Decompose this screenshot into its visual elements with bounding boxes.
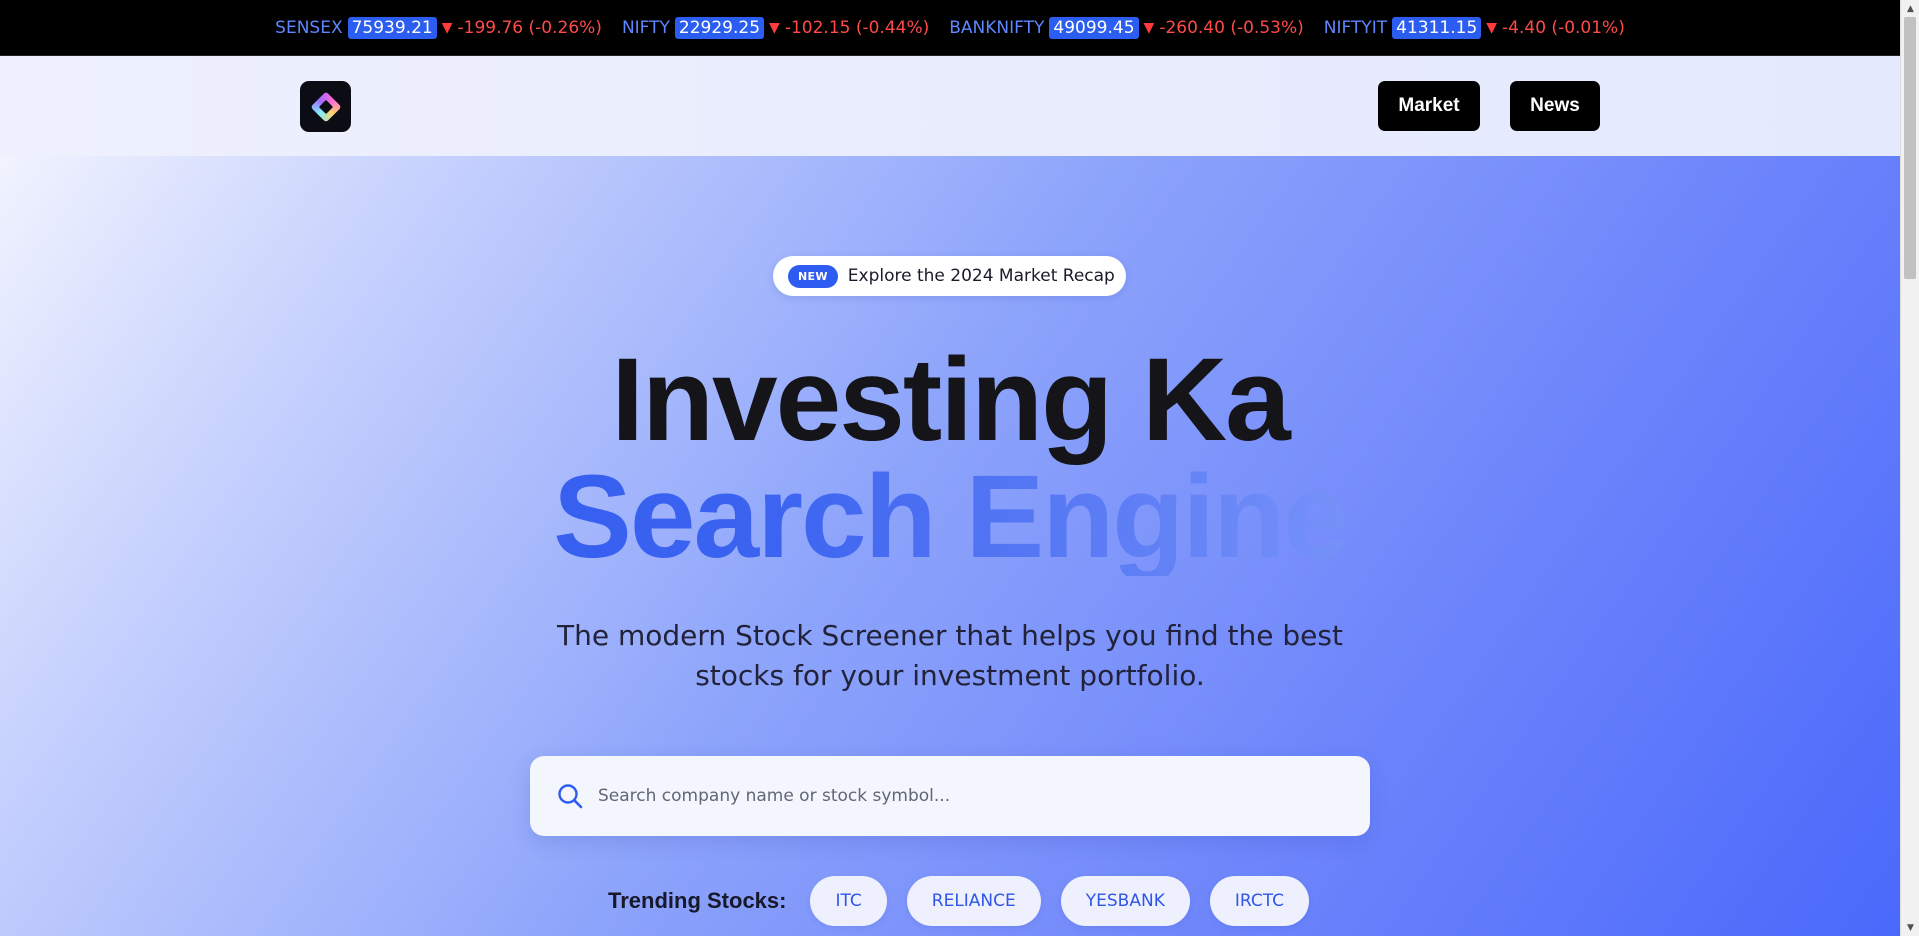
ticker-item-nifty[interactable]: NIFTY 22929.25 ▼ -102.15 (-0.44%) [621,16,930,39]
navbar: Market News [0,56,1900,156]
logo-diamond-shape [309,90,342,123]
ticker-change: -4.40 (-0.01%) [1502,17,1625,38]
diamond-logo-icon[interactable] [300,81,351,132]
new-badge: NEW [788,264,838,288]
triangle-down-icon: ▼ [1486,19,1498,36]
search-bar[interactable] [530,756,1370,836]
ticker-change: -199.76 (-0.26%) [457,17,602,38]
hero-section: NEW Explore the 2024 Market Recap Invest… [0,156,1900,936]
news-button[interactable]: News [1510,81,1600,131]
search-icon[interactable] [556,782,584,810]
ticker-change: -260.40 (-0.53%) [1159,17,1304,38]
ticker-item-sensex[interactable]: SENSEX 75939.21 ▼ -199.76 (-0.26%) [275,16,602,39]
hero-subtitle: The modern Stock Screener that helps you… [557,619,1343,692]
badge-text: Explore the 2024 Market Recap [847,266,1115,286]
trending-stocks: Trending Stocks: ITC RELIANCE YESBANK IR… [608,876,1309,926]
ticker-item-banknifty[interactable]: BANKNIFTY 49099.45 ▼ -260.40 (-0.53%) [949,16,1304,39]
ticker-change: -102.15 (-0.44%) [784,17,930,38]
triangle-down-icon: ▼ [1143,19,1155,36]
ticker-price: 49099.45 [1049,16,1139,39]
trending-chip-itc[interactable]: ITC [810,876,887,926]
ticker-price: 22929.25 [674,16,765,39]
trending-chip-irctc[interactable]: IRCTC [1209,876,1309,926]
ticker-symbol: BANKNIFTY [949,17,1045,38]
trending-chip-yesbank[interactable]: YESBANK [1060,876,1190,926]
scroll-down-icon[interactable]: ▼ [1901,919,1919,936]
scroll-thumb[interactable] [1904,17,1916,279]
trending-label: Trending Stocks: [608,888,787,913]
ticker-symbol: NIFTYIT [1323,17,1388,38]
market-ticker: SENSEX 75939.21 ▼ -199.76 (-0.26%) NIFTY… [0,0,1900,56]
search-input[interactable] [598,776,1370,816]
scroll-up-icon[interactable]: ▲ [1901,0,1919,17]
headline-line-2: Search Engine [0,458,1900,576]
triangle-down-icon: ▼ [769,19,780,36]
trending-chip-reliance[interactable]: RELIANCE [906,876,1041,926]
market-recap-badge[interactable]: NEW Explore the 2024 Market Recap [773,256,1126,296]
ticker-price: 75939.21 [347,16,437,39]
market-button[interactable]: Market [1378,81,1480,131]
vertical-scrollbar[interactable]: ▲ ▼ [1900,0,1919,936]
ticker-item-niftyit[interactable]: NIFTYIT 41311.15 ▼ -4.40 (-0.01%) [1323,16,1625,39]
ticker-symbol: SENSEX [275,17,343,38]
headline-line-1: Investing Ka [611,334,1291,466]
triangle-down-icon: ▼ [441,19,453,36]
ticker-symbol: NIFTY [621,17,670,38]
ticker-price: 41311.15 [1392,16,1482,39]
